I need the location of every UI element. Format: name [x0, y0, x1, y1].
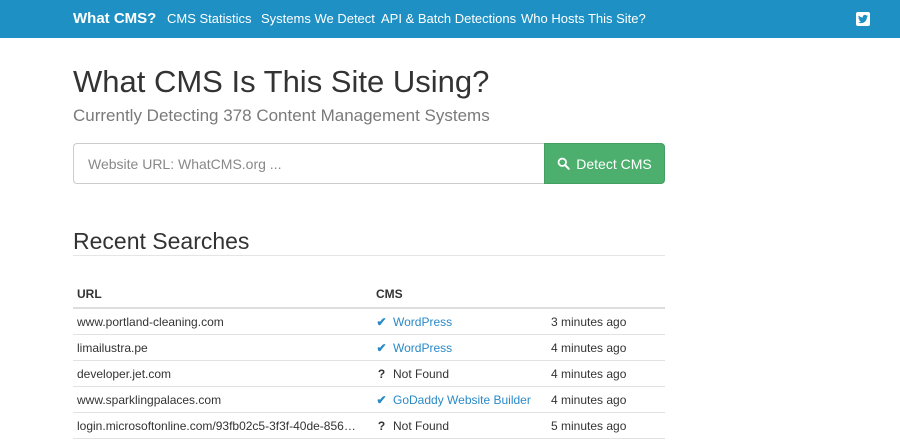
table-header-row: URL CMS [73, 281, 665, 309]
recent-searches-body: www.portland-cleaning.com ✔ WordPress 3 min… [73, 308, 665, 439]
section-divider [73, 255, 665, 256]
url-cell: developer.jet.com [73, 360, 372, 387]
recent-searches-heading: Recent Searches [73, 228, 250, 254]
cms-cell: ✔ GoDaddy Website Builder [372, 386, 547, 413]
url-cell: www.sparklingpalaces.com [73, 386, 372, 413]
nav-link-cms-statistics[interactable]: CMS Statistics [167, 0, 252, 38]
nav-link-api-batch[interactable]: API & Batch Detections [381, 0, 516, 38]
searched-url: www.portland-cleaning.com [77, 314, 224, 329]
page-title: What CMS Is This Site Using? [73, 64, 490, 99]
recent-searches-table: URL CMS www.portland-cleaning.com ✔ WordPr… [73, 281, 665, 439]
cms-link[interactable]: WordPress [393, 315, 452, 329]
searched-url: login.microsoftonline.com/93fb02c5-3f3f-… [77, 418, 360, 433]
url-cell: login.microsoftonline.com/93fb02c5-3f3f-… [73, 412, 372, 439]
question-icon: ? [377, 418, 386, 433]
url-cell: limailustra.pe [73, 334, 372, 361]
time-ago-cell: 4 minutes ago [547, 360, 665, 387]
url-cell: www.portland-cleaning.com [73, 308, 372, 335]
time-ago-cell: 4 minutes ago [547, 386, 665, 413]
cms-link[interactable]: WordPress [393, 341, 452, 355]
table-row: limailustra.pe ✔ WordPress 4 minutes ago [73, 334, 665, 361]
column-header-cms: CMS [372, 281, 547, 309]
table-row: developer.jet.com? Not Found 4 minutes ago [73, 360, 665, 387]
cms-cell: ✔ WordPress [372, 308, 547, 335]
column-header-url: URL [73, 281, 372, 309]
website-url-input[interactable] [73, 143, 544, 184]
cms-cell: ? Not Found [372, 412, 547, 439]
detect-cms-button[interactable]: Detect CMS [544, 143, 665, 184]
check-icon: ✔ [376, 340, 387, 355]
question-icon: ? [377, 366, 386, 381]
searched-url: limailustra.pe [77, 340, 148, 355]
table-row: www.portland-cleaning.com ✔ WordPress 3 min… [73, 308, 665, 335]
twitter-icon[interactable] [856, 12, 870, 26]
cms-cell: ✔ WordPress [372, 334, 547, 361]
time-ago-cell: 5 minutes ago [547, 412, 665, 439]
detect-cms-label: Detect CMS [576, 155, 652, 172]
table-row: www.sparklingpalaces.com ✔ GoDaddy Website… [73, 386, 665, 413]
cms-cell: ? Not Found [372, 360, 547, 387]
column-header-time [547, 281, 665, 309]
time-ago-cell: 3 minutes ago [547, 308, 665, 335]
top-navbar: What CMS? CMS Statistics Systems We Dete… [0, 0, 900, 38]
check-icon: ✔ [376, 314, 387, 329]
cms-link[interactable]: GoDaddy Website Builder [393, 393, 531, 407]
nav-link-systems-we-detect[interactable]: Systems We Detect [261, 0, 375, 38]
page-subtitle: Currently Detecting 378 Content Manageme… [73, 106, 490, 125]
cms-not-found: Not Found [393, 366, 450, 381]
nav-link-who-hosts[interactable]: Who Hosts This Site? [521, 0, 646, 38]
cms-not-found: Not Found [393, 418, 450, 433]
brand-logo-link[interactable]: What CMS? [73, 0, 156, 38]
check-icon: ✔ [376, 392, 387, 407]
table-row: login.microsoftonline.com/93fb02c5-3f3f-… [73, 412, 665, 439]
searched-url: developer.jet.com [77, 366, 172, 381]
search-icon [557, 157, 571, 170]
time-ago-cell: 4 minutes ago [547, 334, 665, 361]
searched-url: www.sparklingpalaces.com [77, 392, 222, 407]
